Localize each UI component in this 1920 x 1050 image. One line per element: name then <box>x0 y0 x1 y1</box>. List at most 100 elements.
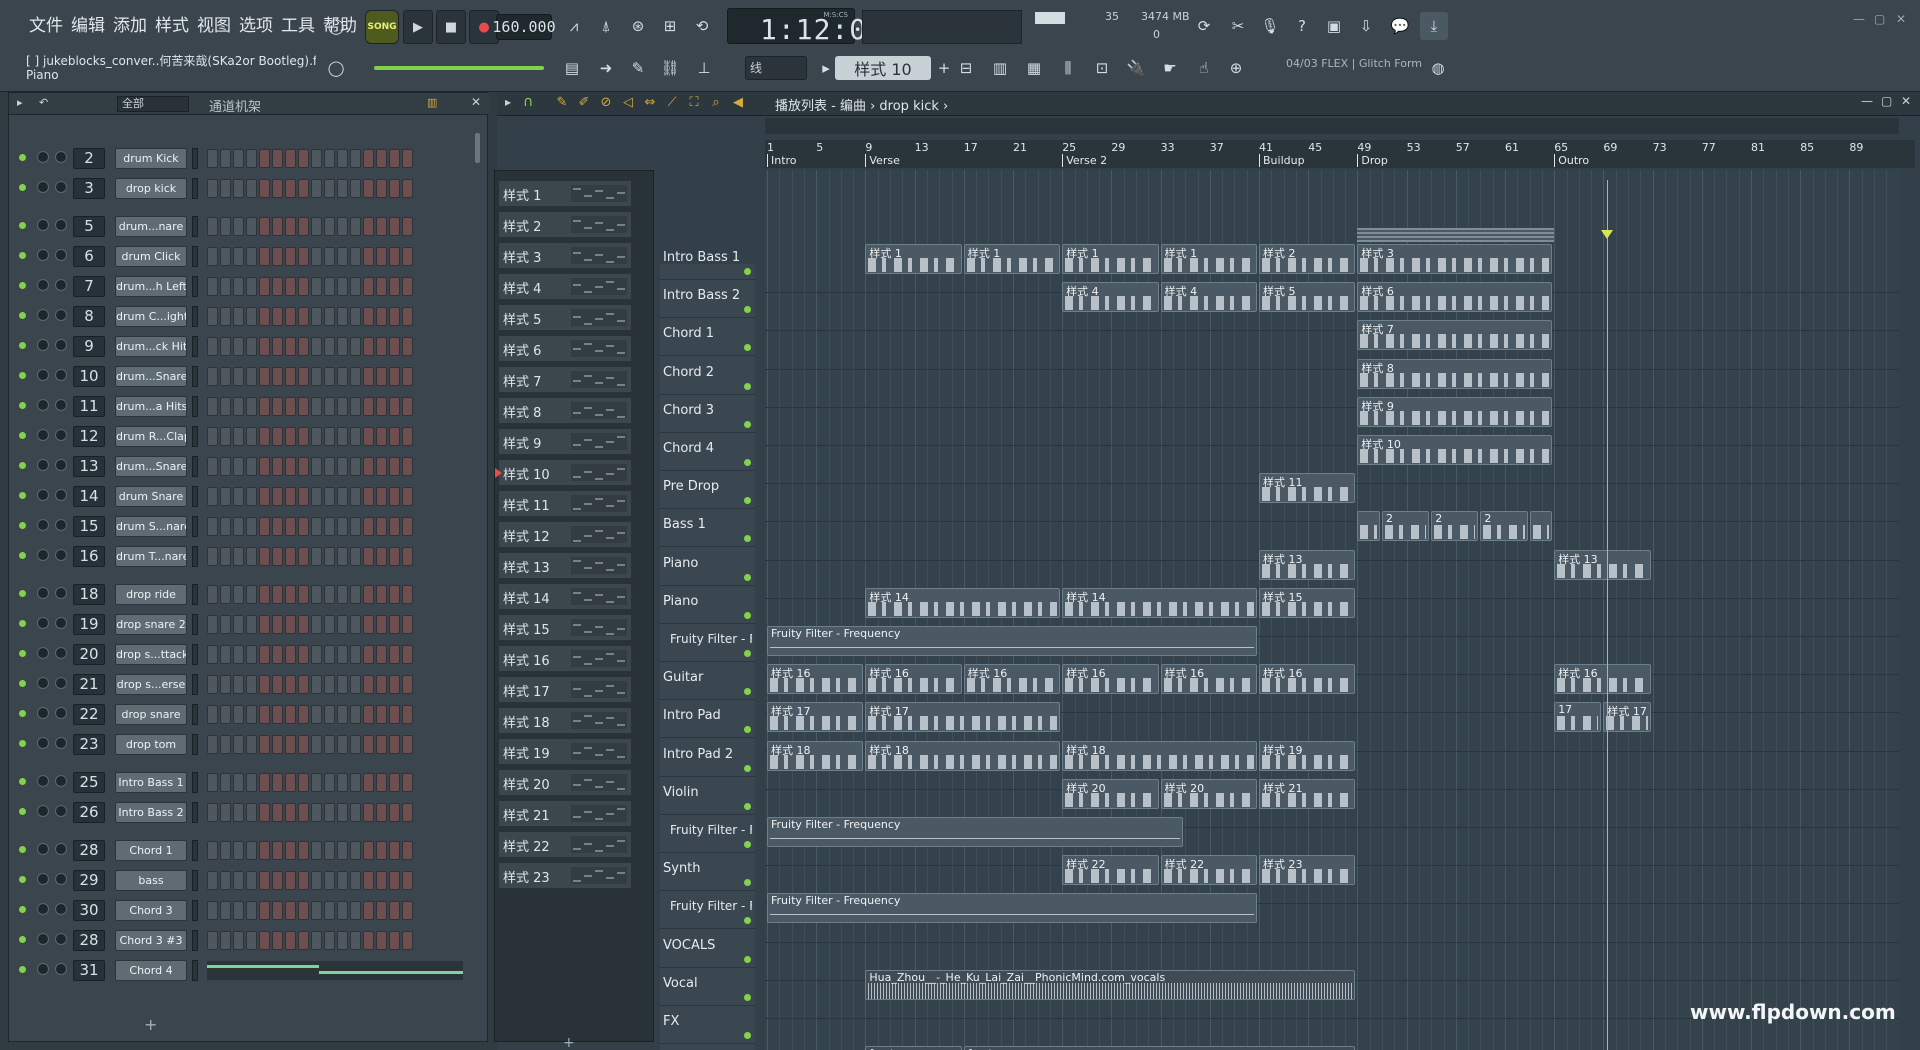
step-button[interactable] <box>233 277 244 296</box>
track-mute-led[interactable] <box>744 573 751 581</box>
step-button[interactable] <box>376 547 387 566</box>
step-button[interactable] <box>324 247 335 266</box>
pattern-item[interactable]: 样式 1 <box>499 181 631 207</box>
channel-volume-knob[interactable] <box>55 519 67 531</box>
channel-name-button[interactable]: drum T...nare <box>115 546 187 567</box>
track-mute-led[interactable] <box>744 268 751 275</box>
step-button[interactable] <box>259 217 270 236</box>
step-button[interactable] <box>207 705 218 724</box>
step-button[interactable] <box>285 337 296 356</box>
pattern-clip[interactable] <box>1529 511 1553 542</box>
step-button[interactable] <box>324 735 335 754</box>
step-button[interactable] <box>298 217 309 236</box>
step-button[interactable] <box>285 427 296 446</box>
channel-filter-select[interactable]: 全部 <box>117 96 189 112</box>
step-button[interactable] <box>298 735 309 754</box>
pattern-clip[interactable]: 样式 17 <box>1603 702 1651 733</box>
pattern-item[interactable]: 样式 2 <box>499 212 631 238</box>
pattern-clip[interactable]: 样式 17 <box>767 702 864 733</box>
channel-select[interactable] <box>192 584 198 605</box>
pattern-clip[interactable]: 样式 21 <box>1259 778 1356 809</box>
step-button[interactable] <box>298 397 309 416</box>
channel-mixer-track[interactable]: 23 <box>73 734 105 755</box>
step-button[interactable] <box>207 247 218 266</box>
step-button[interactable] <box>285 901 296 920</box>
channel-name-button[interactable]: drop ride <box>115 584 187 605</box>
step-button[interactable] <box>350 841 361 860</box>
step-button[interactable] <box>350 735 361 754</box>
step-button[interactable] <box>324 457 335 476</box>
step-button[interactable] <box>402 277 413 296</box>
menu-item[interactable]: 选项 <box>236 14 276 38</box>
pattern-item[interactable]: 样式 5 <box>499 305 631 331</box>
step-button[interactable] <box>207 675 218 694</box>
step-button[interactable] <box>246 247 257 266</box>
step-button[interactable] <box>350 179 361 198</box>
step-button[interactable] <box>207 307 218 326</box>
step-button[interactable] <box>324 307 335 326</box>
channel-volume-knob[interactable] <box>55 549 67 561</box>
step-button[interactable] <box>246 773 257 792</box>
graph-icon[interactable]: ▥ <box>427 96 437 109</box>
channel-volume-knob[interactable] <box>55 677 67 689</box>
channel-mute-led[interactable] <box>19 680 26 687</box>
step-button[interactable] <box>220 735 231 754</box>
step-button[interactable] <box>233 179 244 198</box>
step-button[interactable] <box>402 773 413 792</box>
step-button[interactable] <box>272 457 283 476</box>
pattern-item[interactable]: 样式 20 <box>499 770 631 796</box>
step-button[interactable] <box>324 397 335 416</box>
step-button[interactable] <box>311 615 322 634</box>
step-button[interactable] <box>259 307 270 326</box>
channel-name-button[interactable]: drum...ck Hit <box>115 336 187 357</box>
pattern-clip[interactable]: 2 <box>1480 511 1528 542</box>
step-button[interactable] <box>233 585 244 604</box>
step-button[interactable] <box>376 427 387 446</box>
pattern-clip[interactable]: 样式 16 <box>1259 664 1356 695</box>
track-mute-led[interactable] <box>744 917 751 925</box>
playlist-maximize-icon[interactable]: ▢ <box>1881 94 1892 108</box>
step-button[interactable] <box>402 337 413 356</box>
step-button[interactable] <box>233 773 244 792</box>
browser-icon[interactable]: ⊡ <box>1088 54 1116 82</box>
playlist-grid[interactable]: 样式 1 样式 1 样式 1 样式 1 样式 2 样式 3 样式 4 样式 4 样式 5 样式 6… <box>765 170 1899 1050</box>
step-button[interactable] <box>402 217 413 236</box>
step-button[interactable] <box>389 705 400 724</box>
step-button[interactable] <box>363 773 374 792</box>
channel-pan-knob[interactable] <box>37 587 49 599</box>
step-button[interactable] <box>207 337 218 356</box>
pattern-clip[interactable]: 样式 4 <box>1160 282 1257 313</box>
step-button[interactable] <box>285 675 296 694</box>
channel-mixer-track[interactable]: 13 <box>73 456 105 477</box>
step-button[interactable] <box>311 277 322 296</box>
channel-select[interactable] <box>192 306 198 327</box>
channel-pan-knob[interactable] <box>37 737 49 749</box>
step-button[interactable] <box>363 705 374 724</box>
playhead[interactable] <box>1607 180 1608 1050</box>
step-button[interactable] <box>324 337 335 356</box>
channel-pan-knob[interactable] <box>37 459 49 471</box>
step-button[interactable] <box>285 645 296 664</box>
pattern-clip[interactable]: 样式 5 <box>1259 282 1356 313</box>
step-button[interactable] <box>246 397 257 416</box>
channel-pan-knob[interactable] <box>37 399 49 411</box>
step-button[interactable] <box>389 337 400 356</box>
metronome-icon[interactable]: ⩘ <box>560 12 588 40</box>
track-mute-led[interactable] <box>744 841 751 848</box>
pattern-clip[interactable]: 样式 18 <box>1062 740 1257 771</box>
step-button[interactable] <box>246 487 257 506</box>
pattern-clip[interactable]: 样式 10 <box>1357 435 1553 465</box>
pattern-clip[interactable]: 样式 14 <box>1062 587 1257 618</box>
step-button[interactable] <box>363 803 374 822</box>
channel-mixer-track[interactable]: 16 <box>73 546 105 567</box>
step-button[interactable] <box>259 901 270 920</box>
step-button[interactable] <box>233 901 244 920</box>
step-button[interactable] <box>337 841 348 860</box>
step-button[interactable] <box>220 337 231 356</box>
pattern-item[interactable]: 样式 10 <box>499 460 631 486</box>
render-icon[interactable]: ⇩ <box>1352 12 1380 40</box>
step-button[interactable] <box>311 367 322 386</box>
step-button[interactable] <box>311 487 322 506</box>
step-button[interactable] <box>363 615 374 634</box>
step-button[interactable] <box>337 517 348 536</box>
